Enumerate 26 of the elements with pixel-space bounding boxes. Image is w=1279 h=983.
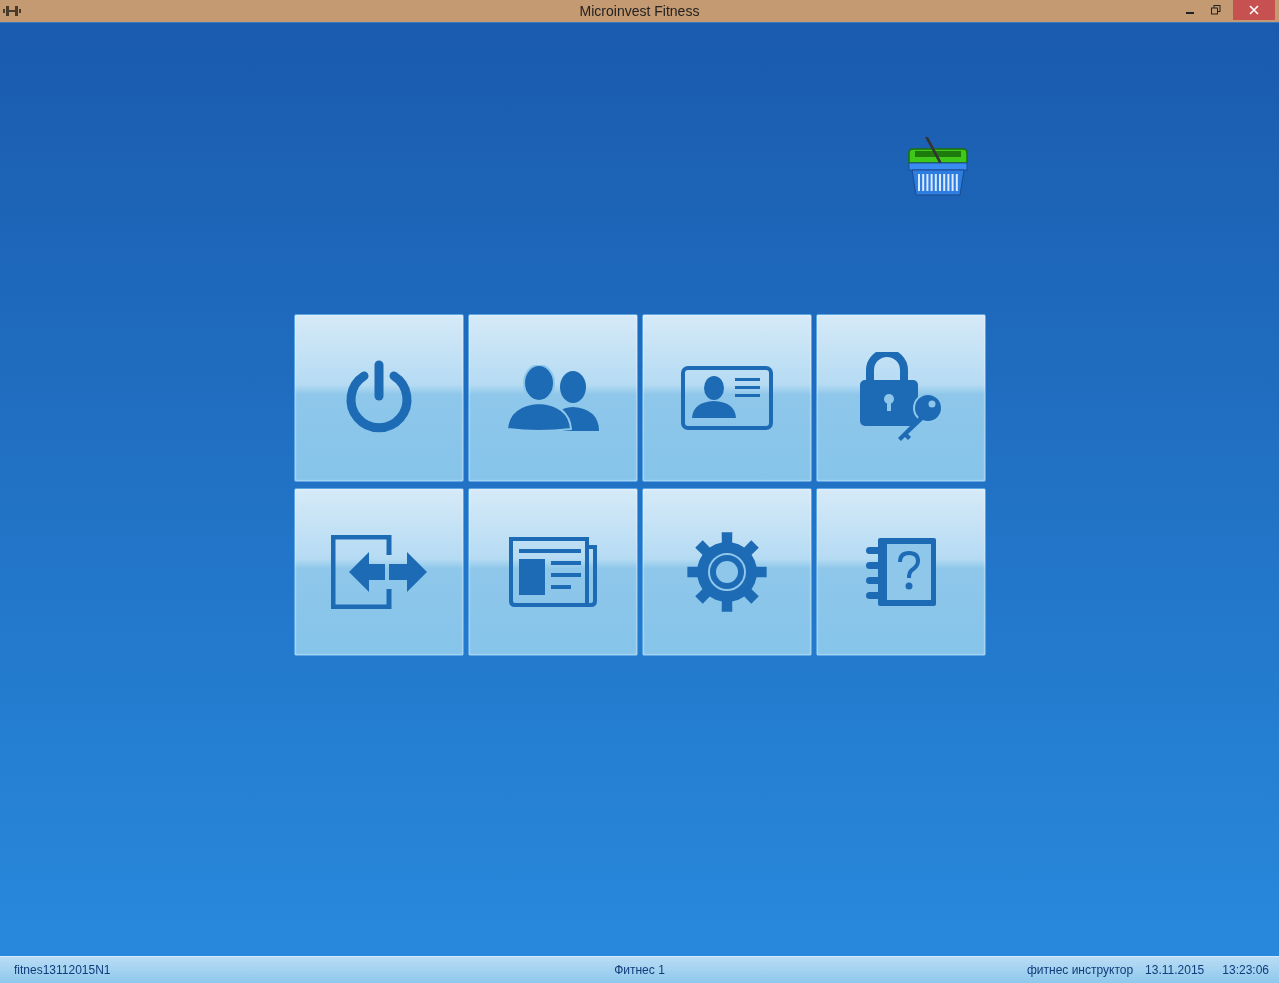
- settings-button[interactable]: [642, 488, 812, 656]
- status-date: 13.11.2015: [1145, 963, 1205, 977]
- exchange-arrows-icon: [331, 535, 427, 609]
- users-button[interactable]: [468, 314, 638, 482]
- status-time: 13:23:06: [1222, 963, 1269, 977]
- users-icon: [507, 365, 599, 431]
- help-book-icon: [864, 536, 938, 608]
- basket-icon[interactable]: [906, 137, 970, 197]
- exchange-button[interactable]: [294, 488, 464, 656]
- location-name: Фитнес 1: [614, 963, 665, 977]
- help-button[interactable]: [816, 488, 986, 656]
- power-button[interactable]: [294, 314, 464, 482]
- id-card-icon: [681, 366, 773, 430]
- close-icon: [1249, 5, 1259, 15]
- newspaper-icon: [509, 537, 597, 607]
- settings-icon: [687, 532, 767, 612]
- database-name: fitnes13112015N1: [14, 963, 111, 977]
- user-role: фитнес инструктор: [1026, 963, 1134, 977]
- lock-key-button[interactable]: [816, 314, 986, 482]
- newspaper-button[interactable]: [468, 488, 638, 656]
- restore-icon: [1211, 5, 1221, 15]
- window-title: Microinvest Fitness: [579, 3, 700, 19]
- dumbbell-icon: [3, 6, 21, 16]
- minimize-icon: [1186, 12, 1194, 14]
- id-card-button[interactable]: [642, 314, 812, 482]
- lock-key-icon: [858, 352, 944, 444]
